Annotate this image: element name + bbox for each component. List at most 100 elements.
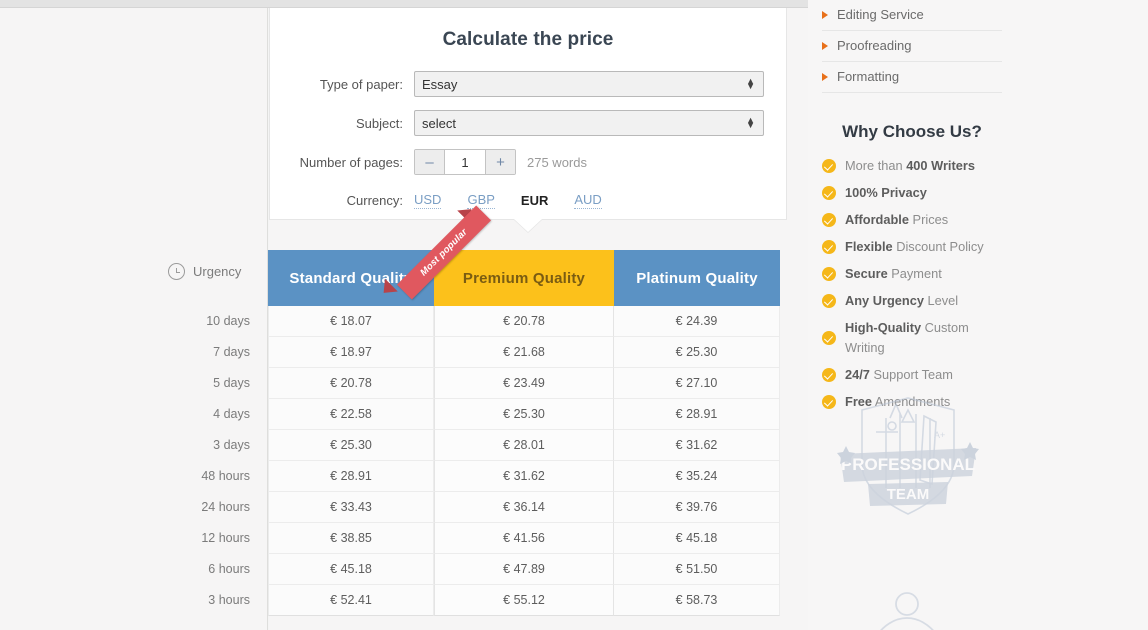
- currency-option-aud[interactable]: AUD: [574, 192, 602, 209]
- currency-option-eur[interactable]: EUR: [521, 193, 548, 209]
- feature-item: Flexible Discount Policy: [822, 237, 1002, 257]
- urgency-cell: 3 days: [213, 438, 250, 452]
- price-cell-premium: € 55.12: [434, 585, 614, 616]
- price-cell-platinum: € 25.30: [614, 337, 780, 368]
- urgency-cell: 6 hours: [208, 562, 250, 576]
- sidebar-item-formatting[interactable]: Formatting: [822, 62, 1002, 93]
- calculator-title: Calculate the price: [442, 29, 614, 50]
- subject-label: Subject:: [356, 115, 403, 131]
- feature-text: Any Urgency Level: [845, 293, 959, 308]
- professional-team-badge-icon: A+ PROFESSIONAL TEAM: [837, 397, 979, 515]
- currency-option-usd[interactable]: USD: [414, 192, 442, 209]
- sidebar-item-label: Formatting: [837, 69, 900, 84]
- table-header-row: Standard Quality Most popular Premium Qu…: [268, 202, 780, 306]
- urgency-cell: 12 hours: [201, 531, 250, 545]
- pricing-table-body: € 18.07 € 20.78 € 24.39 € 18.97 € 21.68 …: [268, 306, 780, 616]
- table-row: € 28.91 € 31.62 € 35.24: [268, 461, 780, 492]
- price-cell-platinum: € 28.91: [614, 399, 780, 430]
- type-of-paper-row: Type of paper: Essay ▲ ▼: [270, 71, 786, 97]
- column-header-premium-label: Premium Quality: [462, 269, 586, 287]
- feature-text: High-Quality Custom Writing: [845, 320, 969, 355]
- sidebar-item-label: Proofreading: [837, 38, 912, 53]
- table-row: € 45.18 € 47.89 € 51.50: [268, 554, 780, 585]
- quantity-stepper[interactable]: – 1 +: [414, 149, 516, 175]
- urgency-cell: 4 days: [213, 407, 250, 421]
- urgency-column: 10 days 7 days 5 days 4 days 3 days 48 h…: [160, 306, 260, 616]
- price-cell-standard: € 28.91: [268, 461, 434, 492]
- check-circle-icon: [822, 159, 836, 173]
- price-cell-premium: € 41.56: [434, 523, 614, 554]
- number-of-pages-label: Number of pages:: [299, 154, 403, 170]
- why-choose-us-title: Why Choose Us?: [842, 122, 982, 141]
- currency-label: Currency:: [346, 193, 403, 208]
- table-row: € 20.78 € 23.49 € 27.10: [268, 368, 780, 399]
- type-of-paper-select[interactable]: Essay ▲ ▼: [414, 71, 764, 97]
- triangle-bullet-icon: [822, 10, 828, 19]
- support-person-icon: [880, 592, 934, 630]
- feature-item: Secure Payment: [822, 264, 1002, 284]
- urgency-cell: 3 hours: [208, 593, 250, 607]
- check-circle-icon: [822, 186, 836, 200]
- price-cell-premium: € 20.78: [434, 306, 614, 337]
- table-row: € 52.41 € 55.12 € 58.73: [268, 585, 780, 616]
- feature-text: More than 400 Writers: [845, 158, 975, 173]
- urgency-cell: 24 hours: [201, 500, 250, 514]
- card-notch: [514, 219, 542, 232]
- check-circle-icon: [822, 368, 836, 382]
- price-cell-premium: € 25.30: [434, 399, 614, 430]
- feature-item: Affordable Prices: [822, 210, 1002, 230]
- table-row: € 18.97 € 21.68 € 25.30: [268, 337, 780, 368]
- price-cell-platinum: € 58.73: [614, 585, 780, 616]
- urgency-cell: 48 hours: [201, 469, 250, 483]
- feature-text: Secure Payment: [845, 266, 942, 281]
- urgency-cell: 5 days: [213, 376, 250, 390]
- price-cell-standard: € 33.43: [268, 492, 434, 523]
- subject-select[interactable]: select ▲ ▼: [414, 110, 764, 136]
- feature-text: 100% Privacy: [845, 185, 927, 200]
- check-circle-icon: [822, 213, 836, 227]
- price-cell-platinum: € 24.39: [614, 306, 780, 337]
- urgency-header: Urgency: [168, 263, 241, 280]
- price-cell-standard: € 45.18: [268, 554, 434, 585]
- price-cell-premium: € 21.68: [434, 337, 614, 368]
- check-circle-icon: [822, 240, 836, 254]
- price-cell-premium: € 23.49: [434, 368, 614, 399]
- pricing-table: Standard Quality Most popular Premium Qu…: [268, 202, 780, 616]
- triangle-bullet-icon: [822, 72, 828, 81]
- price-cell-platinum: € 35.24: [614, 461, 780, 492]
- feature-text: 24/7 Support Team: [845, 367, 953, 382]
- right-sidebar: Editing Service Proofreading Formatting …: [822, 0, 1002, 419]
- column-header-premium: Most popular Premium Quality: [377, 202, 614, 306]
- decrease-pages-button[interactable]: –: [415, 150, 445, 174]
- sidebar-item-editing-service[interactable]: Editing Service: [822, 0, 1002, 31]
- triangle-bullet-icon: [822, 41, 828, 50]
- feature-item: More than 400 Writers: [822, 156, 1002, 176]
- price-cell-standard: € 18.97: [268, 337, 434, 368]
- pages-input[interactable]: 1: [445, 150, 485, 174]
- feature-item: High-Quality Custom Writing: [822, 318, 972, 358]
- feature-text: Affordable Prices: [845, 212, 949, 227]
- check-circle-icon: [822, 331, 836, 345]
- sidebar-item-label: Editing Service: [837, 7, 924, 22]
- table-row: € 25.30 € 28.01 € 31.62: [268, 430, 780, 461]
- chevron-updown-icon: ▲ ▼: [746, 76, 755, 91]
- price-cell-premium: € 31.62: [434, 461, 614, 492]
- currency-option-gbp[interactable]: GBP: [467, 192, 495, 209]
- table-row: € 22.58 € 25.30 € 28.91: [268, 399, 780, 430]
- table-row: € 38.85 € 41.56 € 45.18: [268, 523, 780, 554]
- clock-icon: [168, 263, 185, 280]
- table-row: € 18.07 € 20.78 € 24.39: [268, 306, 780, 337]
- type-of-paper-label: Type of paper:: [319, 76, 403, 92]
- check-circle-icon: [822, 294, 836, 308]
- price-cell-standard: € 20.78: [268, 368, 434, 399]
- price-cell-premium: € 36.14: [434, 492, 614, 523]
- price-cell-premium: € 28.01: [434, 430, 614, 461]
- chevron-updown-icon: ▲ ▼: [746, 115, 755, 130]
- check-circle-icon: [822, 267, 836, 281]
- price-cell-platinum: € 27.10: [614, 368, 780, 399]
- type-of-paper-value: Essay: [422, 76, 458, 92]
- sidebar-item-proofreading[interactable]: Proofreading: [822, 31, 1002, 62]
- price-cell-standard: € 38.85: [268, 523, 434, 554]
- increase-pages-button[interactable]: +: [485, 150, 515, 174]
- svg-text:A+: A+: [934, 430, 945, 440]
